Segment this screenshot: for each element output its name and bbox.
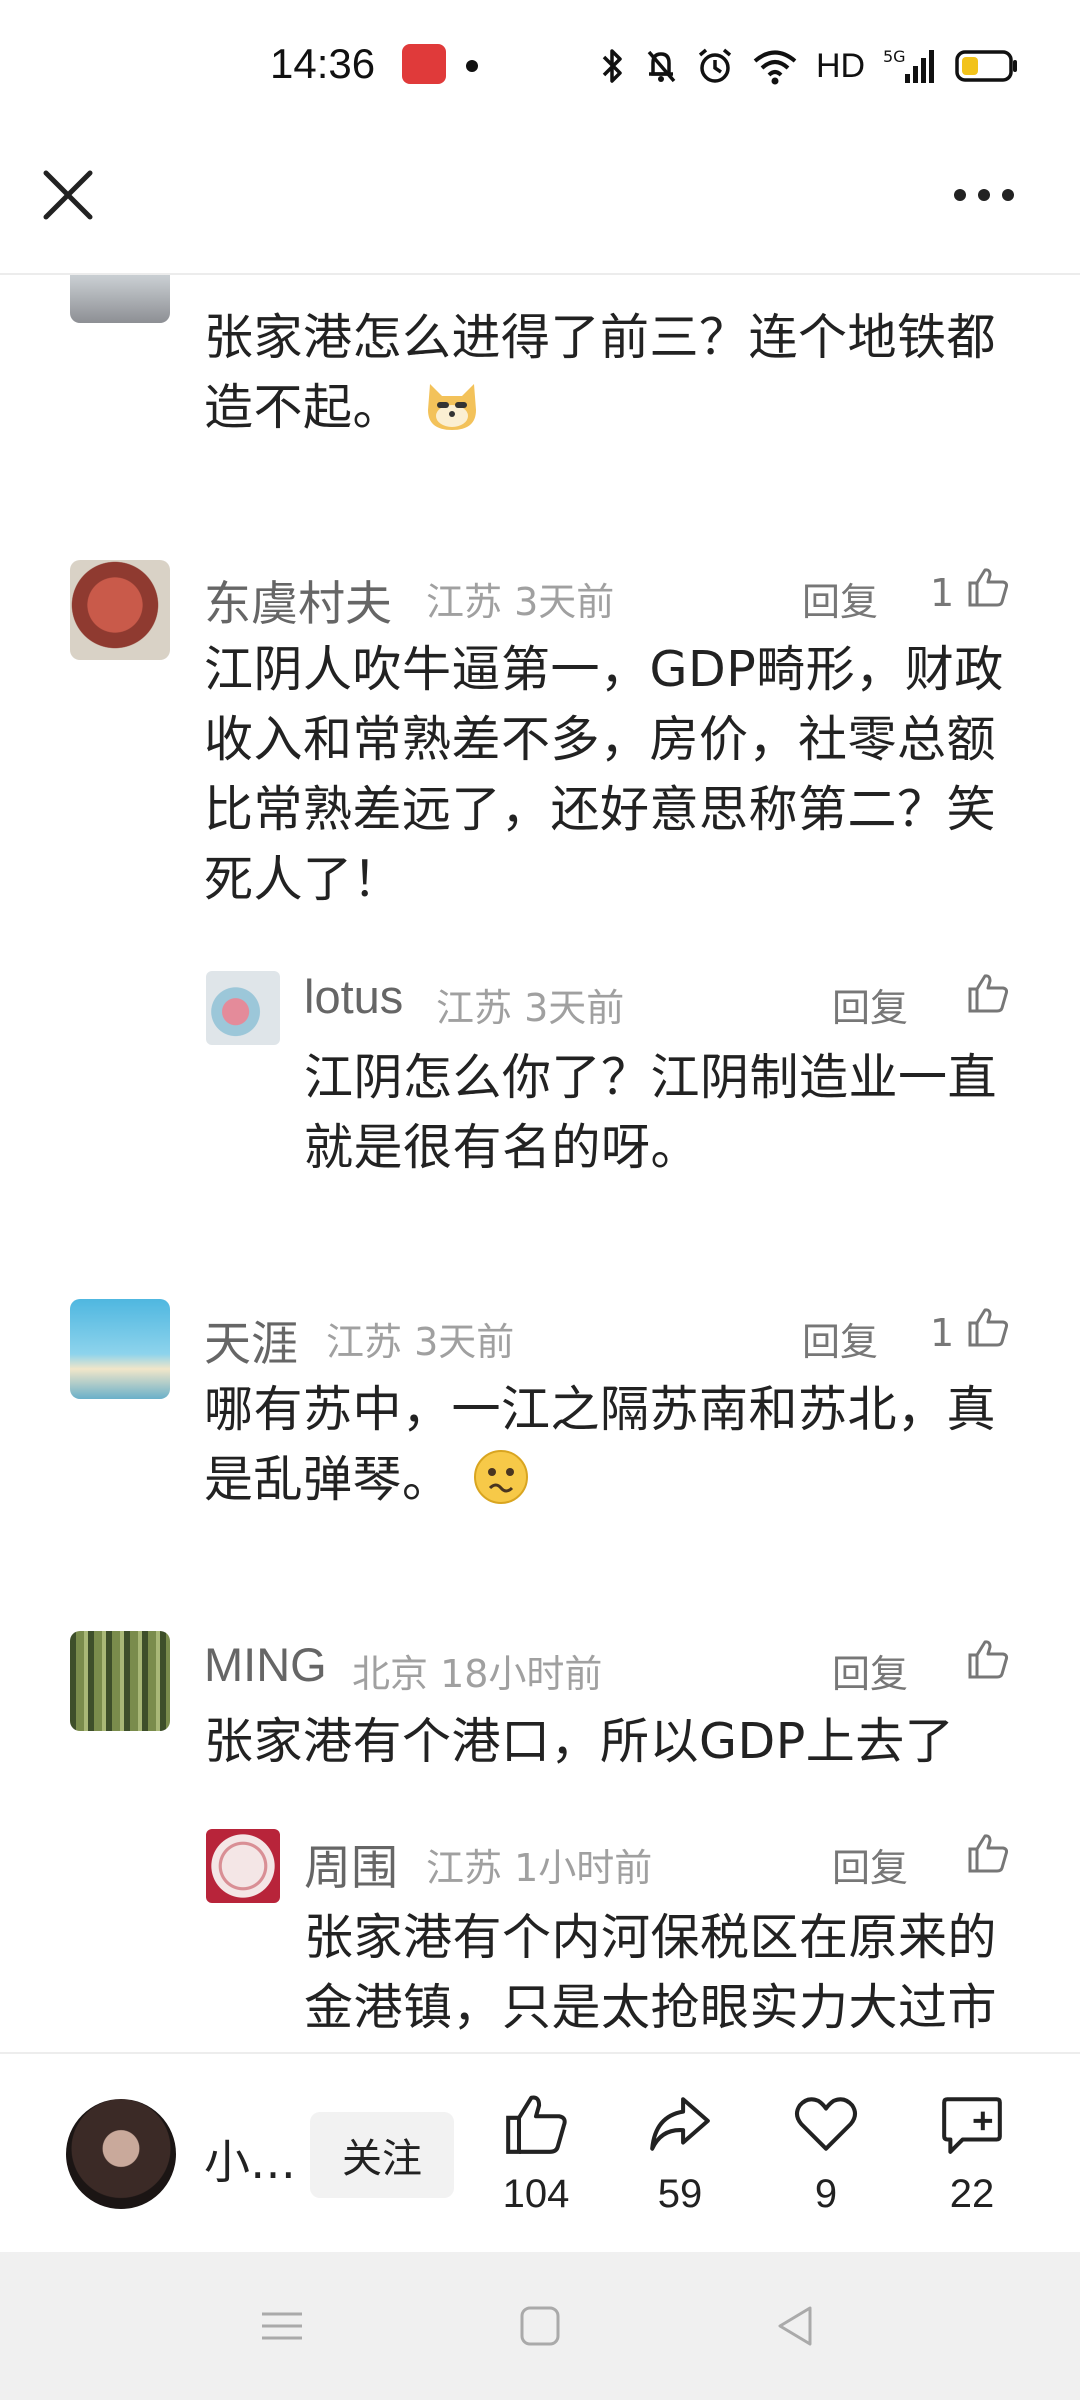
like-count: 1 [930,571,955,615]
comment-text-content: 哪有苏中，一江之隔苏南和苏北，真是乱弹琴。 [204,1381,997,1508]
comment-author[interactable]: MING [204,1637,327,1692]
thumbs-up-icon[interactable] [966,1831,1010,1875]
follow-button[interactable]: 关注 [310,2112,454,2198]
comment-add-icon [942,2097,1002,2154]
network-label: 5G [883,47,906,66]
reply-author[interactable]: lotus [304,969,403,1024]
favorite-count: 9 [814,2172,838,2216]
favorite-action[interactable]: 9 [766,2090,886,2217]
thumbs-up-icon[interactable] [966,971,1010,1015]
action-bar: 小… 关注 104 59 9 22 [0,2052,1080,2252]
share-action[interactable]: 59 [620,2090,740,2217]
menu-icon[interactable] [256,2300,308,2352]
reply-text: 张家港有个内河保税区在原来的金港镇，只是太抢眼实力大过市 [304,1909,998,2036]
avatar[interactable] [70,1299,170,1399]
status-bar: 14:36 HD 5G [0,0,1080,135]
avatar[interactable] [206,1829,280,1903]
home-icon[interactable] [514,2300,566,2352]
system-nav-bar [0,2252,1080,2400]
back-icon[interactable] [770,2300,822,2352]
reply-author[interactable]: 周围 [304,1829,398,1898]
status-time: 14:36 [270,40,376,87]
reply-button[interactable]: 回复 [832,1837,908,1892]
reply-meta: 江苏 3天前 [436,986,625,1030]
heart-icon [795,2097,857,2151]
comment-meta: 江苏 3天前 [326,1320,515,1364]
author-avatar[interactable] [66,2099,176,2209]
reply-button[interactable]: 回复 [832,977,908,1032]
shopping-618-icon [402,44,446,84]
mute-icon [647,50,676,83]
thumbs-up-icon[interactable] [966,1637,1010,1681]
thumbs-up-icon[interactable] [966,565,1010,609]
reply-text: 江阴怎么你了？江阴制造业一直就是很有名的呀。 [304,1049,998,1176]
comment-text-content: 张家港怎么进得了前三？连个地铁都造不起。 [204,309,997,436]
comment-author[interactable]: 天涯 [204,1305,298,1374]
avatar[interactable] [70,1631,170,1731]
comment-text: 哪有苏中，一江之隔苏南和苏北，真是乱弹琴。 [204,1375,1024,1515]
battery-icon [955,50,1018,82]
comment-meta: 北京 18小时前 [352,1652,603,1696]
reply-button[interactable]: 回复 [802,571,878,626]
thumbs-up-icon[interactable] [966,1305,1010,1349]
like-count: 104 [502,2172,570,2216]
share-count: 59 [657,2172,703,2216]
like-count: 1 [930,1311,955,1355]
comment-text: 江阴人吹牛逼第一，GDP畸形，财政收入和常熟差不多，房价，社零总额比常熟差远了，… [204,641,1004,908]
5g-signal-icon: 5G [883,47,935,83]
comment-text: 张家港怎么进得了前三？连个地铁都造不起。 [204,303,1024,443]
notification-dot-icon [466,60,478,72]
author-name[interactable]: 小… [204,2126,296,2192]
top-nav [0,135,1080,275]
avatar[interactable] [70,275,170,323]
share-icon [650,2097,710,2151]
reply-meta: 江苏 1小时前 [426,1846,653,1890]
wifi-icon [753,50,797,85]
like-action[interactable]: 104 [476,2090,596,2217]
comment-meta: 江苏 3天前 [426,580,615,624]
avatar[interactable] [70,560,170,660]
reply-button[interactable]: 回复 [802,1311,878,1366]
comment-text: 张家港有个港口，所以GDP上去了 [204,1713,955,1770]
dog-emoji-icon [428,384,477,430]
comments-list[interactable]: 张家港怎么进得了前三？连个地铁都造不起。 东虞村夫 江苏 3天前 回复 1 江阴… [0,275,1080,2055]
comment-author[interactable]: 东虞村夫 [204,565,392,634]
avatar[interactable] [206,971,280,1045]
reply-button[interactable]: 回复 [832,1643,908,1698]
comment-action[interactable]: 22 [912,2090,1032,2217]
thumbs-up-icon [506,2095,567,2154]
more-icon[interactable] [948,165,1020,225]
bluetooth-icon [602,49,622,83]
alarm-icon [698,48,732,83]
woozy-face-emoji-icon [473,1450,528,1504]
hd-label: HD [816,46,866,85]
status-icons: HD 5G [600,44,1019,88]
comment-count: 22 [949,2172,995,2216]
close-icon[interactable] [36,163,100,227]
